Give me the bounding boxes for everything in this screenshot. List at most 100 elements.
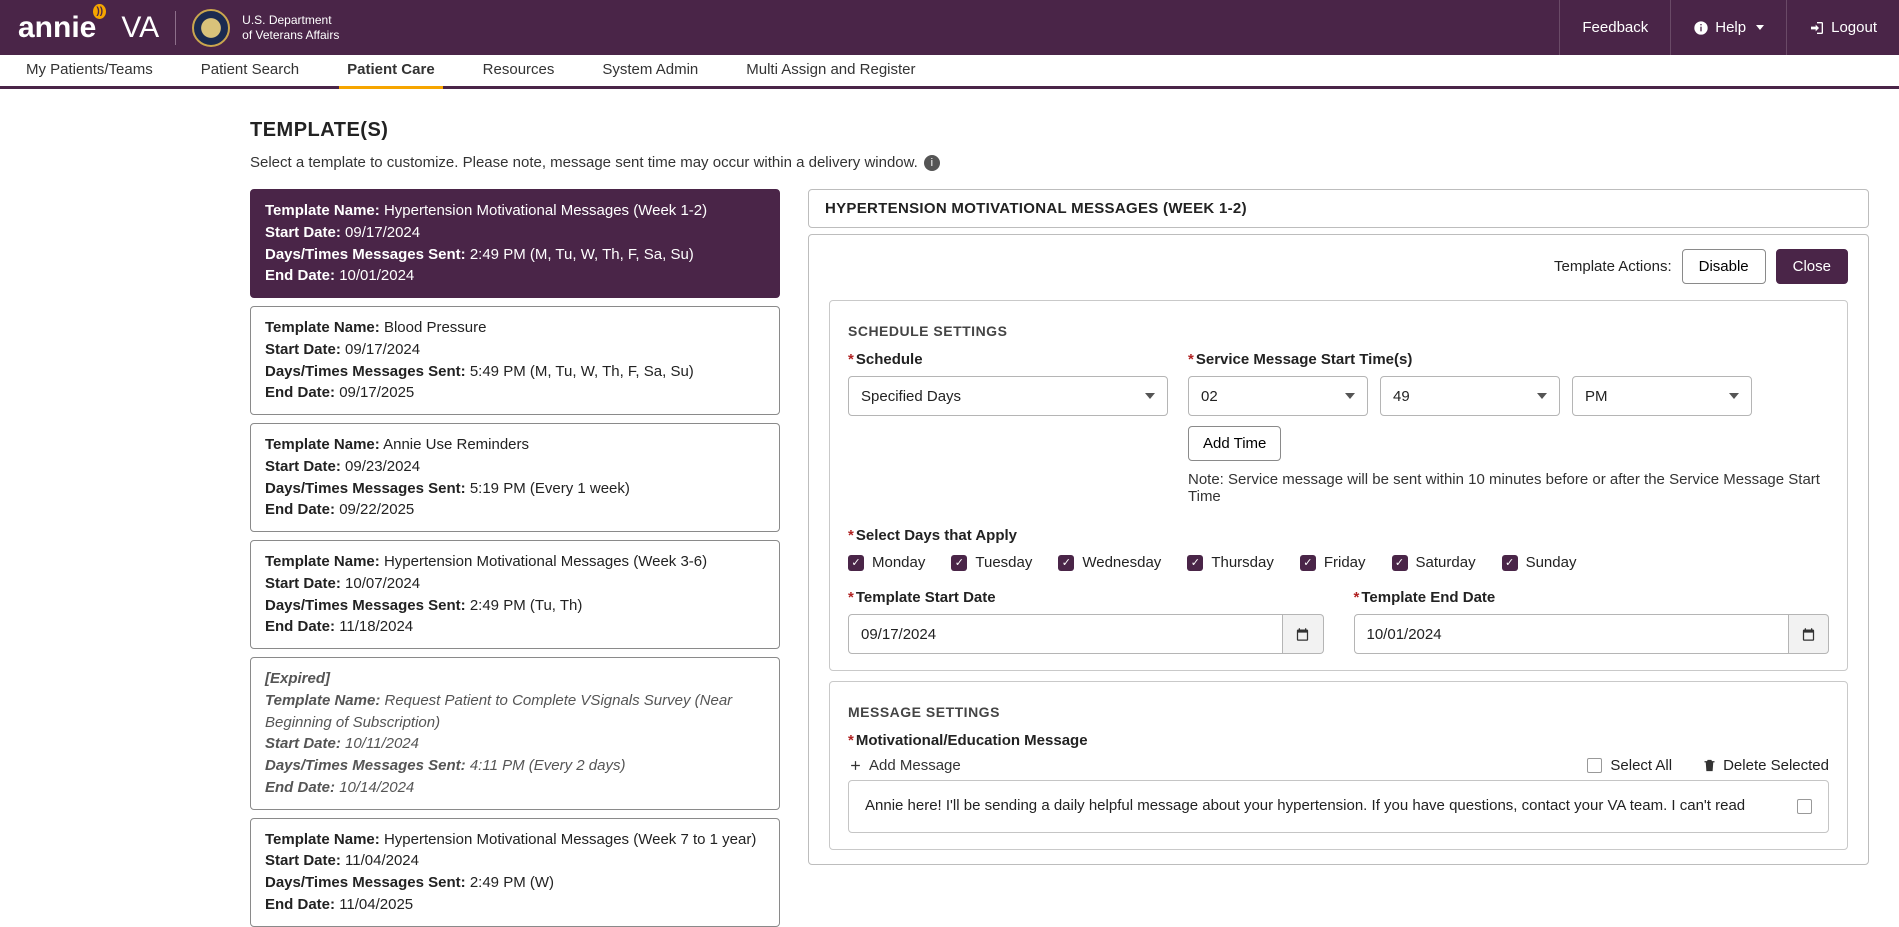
- template-card-expired[interactable]: [Expired] Template Name: Request Patient…: [250, 657, 780, 810]
- templates-heading: TEMPLATE(S): [250, 119, 1899, 142]
- schedule-label: *Schedule: [848, 351, 1168, 368]
- hour-value: 02: [1201, 388, 1218, 405]
- message-item[interactable]: Annie here! I'll be sending a daily help…: [848, 780, 1829, 833]
- tpl-name-label: Template Name:: [265, 319, 380, 336]
- day-wednesday[interactable]: ✓Wednesday: [1058, 554, 1161, 571]
- panel-title: HYPERTENSION MOTIVATIONAL MESSAGES (WEEK…: [808, 189, 1869, 228]
- feedback-link[interactable]: Feedback: [1559, 0, 1670, 55]
- tpl-end-label: End Date:: [265, 267, 335, 284]
- help-menu[interactable]: Help: [1670, 0, 1786, 55]
- tpl-name-label: Template Name:: [265, 553, 380, 570]
- tpl-start-label: Start Date:: [265, 224, 341, 241]
- tpl-start-value: 09/23/2024: [345, 458, 420, 475]
- day-saturday[interactable]: ✓Saturday: [1392, 554, 1476, 571]
- message-checkbox[interactable]: [1797, 799, 1812, 814]
- trash-icon: [1702, 758, 1717, 773]
- nav-multi-assign[interactable]: Multi Assign and Register: [738, 61, 923, 89]
- template-card[interactable]: Template Name: Blood Pressure Start Date…: [250, 306, 780, 415]
- template-card[interactable]: Template Name: Annie Use Reminders Start…: [250, 423, 780, 532]
- ampm-select[interactable]: PM: [1572, 376, 1752, 416]
- day-friday[interactable]: ✓Friday: [1300, 554, 1366, 571]
- tpl-sent-value: 4:11 PM (Every 2 days): [470, 757, 626, 774]
- tpl-sent-label: Days/Times Messages Sent:: [265, 246, 466, 263]
- nav-system-admin[interactable]: System Admin: [594, 61, 706, 89]
- expired-tag: [Expired]: [265, 670, 330, 687]
- message-toolbar: Add Message Select All Delete Selected: [848, 757, 1829, 774]
- end-date-input[interactable]: 10/01/2024: [1354, 614, 1789, 654]
- tpl-name-value: Blood Pressure: [384, 319, 487, 336]
- tpl-start-value: 10/07/2024: [345, 575, 420, 592]
- nav-my-patients[interactable]: My Patients/Teams: [18, 61, 161, 89]
- tpl-sent-value: 5:49 PM (M, Tu, W, Th, F, Sa, Su): [470, 363, 694, 380]
- disable-button[interactable]: Disable: [1682, 249, 1766, 284]
- checkbox-checked-icon: ✓: [1502, 555, 1518, 571]
- info-icon[interactable]: i: [924, 155, 940, 171]
- day-monday[interactable]: ✓Monday: [848, 554, 925, 571]
- tpl-sent-label: Days/Times Messages Sent:: [265, 597, 466, 614]
- page-content: TEMPLATE(S) Select a template to customi…: [0, 89, 1899, 927]
- schedule-select[interactable]: Specified Days: [848, 376, 1168, 416]
- tpl-end-label: End Date:: [265, 779, 335, 796]
- dept-line1: U.S. Department: [242, 13, 331, 27]
- tpl-end-value: 10/14/2024: [339, 779, 414, 796]
- info-icon: [1693, 20, 1709, 36]
- template-actions-row: Template Actions: Disable Close: [829, 249, 1848, 284]
- logout-link[interactable]: Logout: [1786, 0, 1899, 55]
- day-sunday[interactable]: ✓Sunday: [1502, 554, 1577, 571]
- actions-label: Template Actions:: [1554, 258, 1672, 275]
- tpl-name-value: Annie Use Reminders: [383, 436, 529, 453]
- day-thursday[interactable]: ✓Thursday: [1187, 554, 1274, 571]
- tpl-name-value: Hypertension Motivational Messages (Week…: [384, 553, 707, 570]
- delete-selected-button[interactable]: Delete Selected: [1702, 757, 1829, 774]
- close-button[interactable]: Close: [1776, 249, 1848, 284]
- schedule-select-value: Specified Days: [861, 388, 961, 405]
- nav-patient-care[interactable]: Patient Care: [339, 61, 443, 89]
- minute-select[interactable]: 49: [1380, 376, 1560, 416]
- tpl-end-value: 10/01/2024: [339, 267, 414, 284]
- delete-selected-label: Delete Selected: [1723, 757, 1829, 774]
- start-date-calendar-button[interactable]: [1283, 614, 1323, 654]
- nav-patient-search[interactable]: Patient Search: [193, 61, 307, 89]
- message-body: Annie here! I'll be sending a daily help…: [865, 795, 1783, 818]
- end-date-calendar-button[interactable]: [1789, 614, 1829, 654]
- tpl-name-value: Hypertension Motivational Messages (Week…: [384, 831, 756, 848]
- template-card[interactable]: Template Name: Hypertension Motivational…: [250, 189, 780, 298]
- start-date-input[interactable]: 09/17/2024: [848, 614, 1283, 654]
- checkbox-checked-icon: ✓: [1392, 555, 1408, 571]
- chevron-down-icon: [1345, 393, 1355, 399]
- schedule-heading: SCHEDULE SETTINGS: [848, 323, 1829, 339]
- tpl-sent-value: 2:49 PM (W): [470, 874, 554, 891]
- checkbox-checked-icon: ✓: [1058, 555, 1074, 571]
- tpl-start-value: 10/11/2024: [345, 735, 419, 752]
- add-time-button[interactable]: Add Time: [1188, 426, 1281, 461]
- tpl-end-value: 09/17/2025: [339, 384, 414, 401]
- logout-icon: [1809, 20, 1825, 36]
- feedback-label: Feedback: [1582, 19, 1648, 36]
- template-card[interactable]: Template Name: Hypertension Motivational…: [250, 540, 780, 649]
- tpl-start-value: 09/17/2024: [345, 341, 420, 358]
- tpl-sent-value: 2:49 PM (M, Tu, W, Th, F, Sa, Su): [470, 246, 694, 263]
- chevron-down-icon: [1145, 393, 1155, 399]
- tpl-start-label: Start Date:: [265, 458, 341, 475]
- brand-main: annie: [18, 11, 96, 44]
- tpl-end-value: 09/22/2025: [339, 501, 414, 518]
- hour-select[interactable]: 02: [1188, 376, 1368, 416]
- top-bar: annie)) VA U.S. Department of Veterans A…: [0, 0, 1899, 55]
- minute-value: 49: [1393, 388, 1410, 405]
- checkbox-checked-icon: ✓: [1300, 555, 1316, 571]
- templates-sub-label: Select a template to customize. Please n…: [250, 154, 918, 171]
- plus-icon: [848, 758, 863, 773]
- tpl-start-value: 09/17/2024: [345, 224, 420, 241]
- calendar-icon: [1295, 627, 1310, 642]
- tpl-name-label: Template Name:: [265, 436, 380, 453]
- template-card[interactable]: Template Name: Hypertension Motivational…: [250, 818, 780, 927]
- tpl-start-label: Start Date:: [265, 341, 341, 358]
- select-all-checkbox[interactable]: Select All: [1587, 757, 1672, 774]
- logout-label: Logout: [1831, 19, 1877, 36]
- nav-resources[interactable]: Resources: [475, 61, 563, 89]
- tpl-name-value: Hypertension Motivational Messages (Week…: [384, 202, 707, 219]
- select-all-label: Select All: [1610, 757, 1672, 774]
- help-label: Help: [1715, 19, 1746, 36]
- add-message-button[interactable]: Add Message: [848, 757, 961, 774]
- day-tuesday[interactable]: ✓Tuesday: [951, 554, 1032, 571]
